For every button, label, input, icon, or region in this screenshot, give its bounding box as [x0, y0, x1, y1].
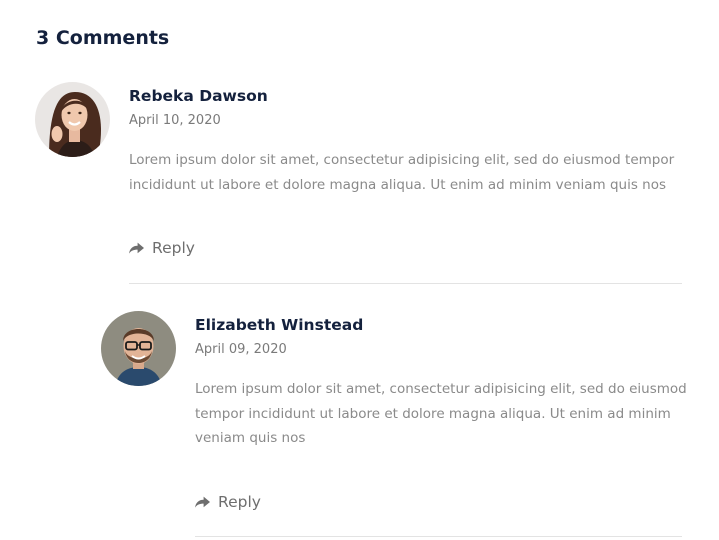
reply-label: Reply	[218, 493, 261, 511]
comment-divider	[195, 536, 682, 537]
comment-text: Lorem ipsum dolor sit amet, consectetur …	[195, 381, 687, 446]
comment-item-reply: Elizabeth Winstead April 09, 2020 Lorem …	[0, 0, 719, 540]
reply-button[interactable]: Reply	[195, 492, 261, 512]
comment-date: April 09, 2020	[195, 342, 287, 357]
comment-author[interactable]: Elizabeth Winstead	[195, 315, 363, 335]
reply-arrow-icon	[195, 496, 210, 509]
avatar	[101, 311, 176, 386]
